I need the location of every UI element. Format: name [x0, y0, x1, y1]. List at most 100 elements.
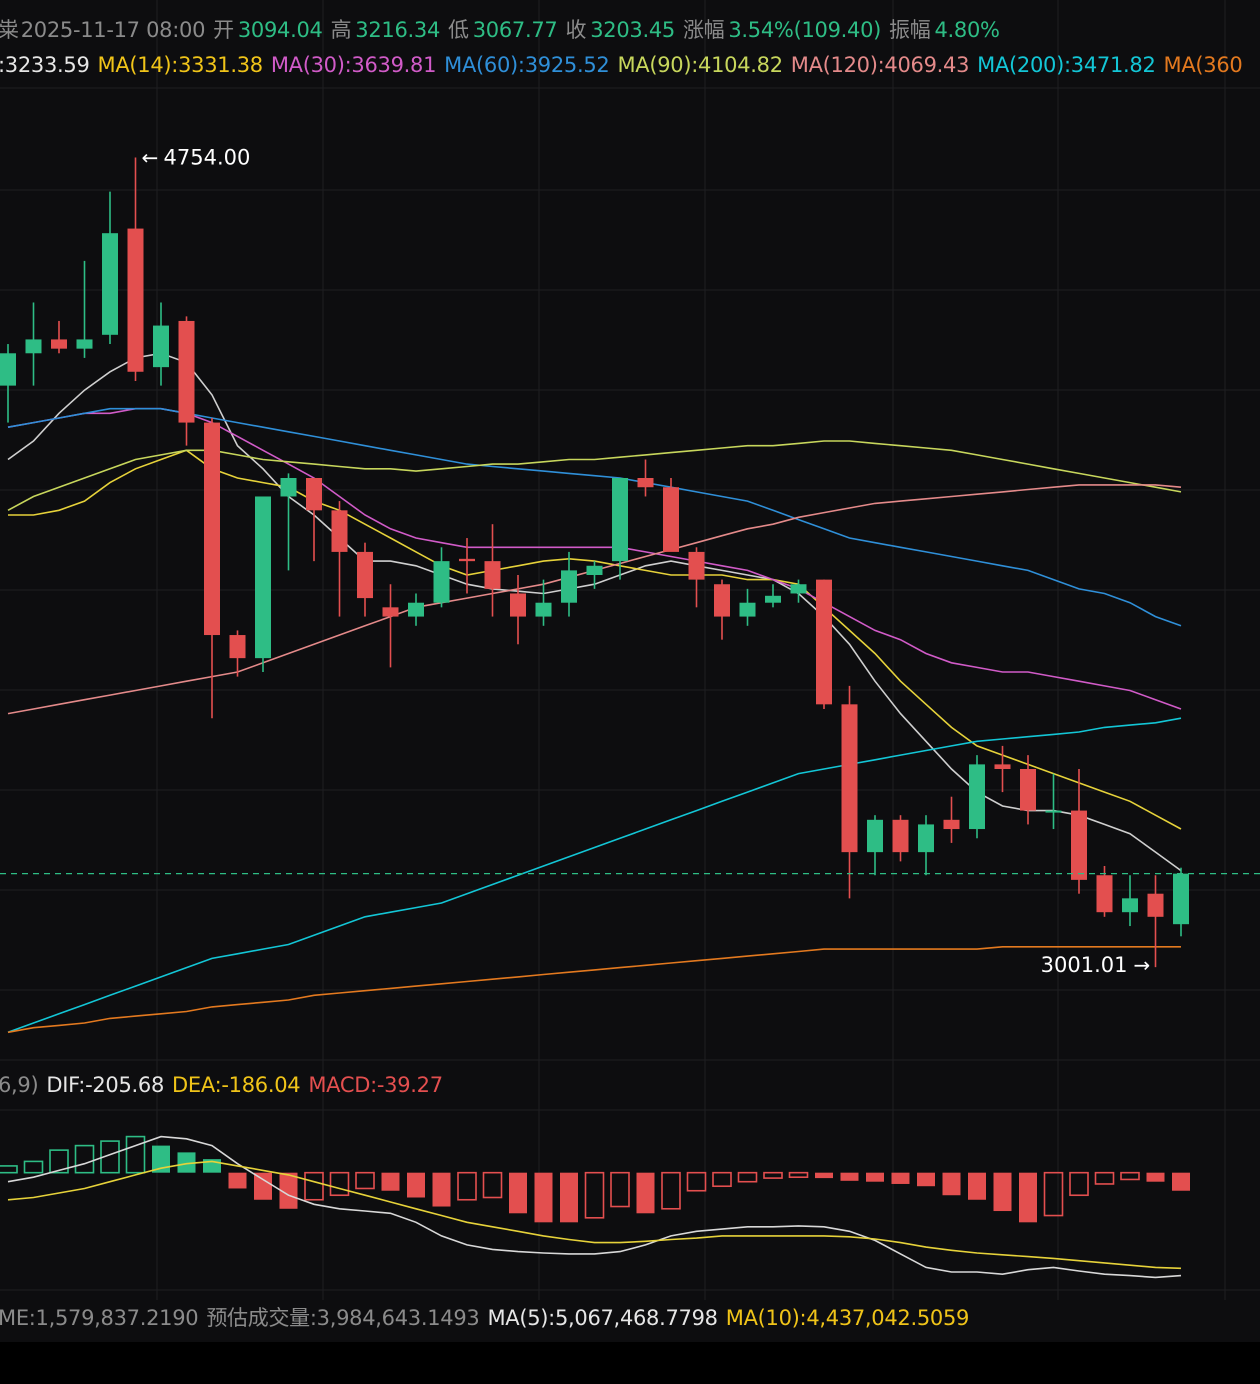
low-label: 低 [448, 18, 469, 42]
candle-body [663, 487, 679, 552]
candle-body [765, 595, 781, 603]
candle-body [0, 353, 16, 386]
macd-bar [534, 1172, 553, 1223]
open-label: 开 [213, 18, 234, 42]
candle-body [178, 320, 195, 423]
candle [357, 542, 373, 617]
candle-body [255, 496, 271, 659]
candle [1071, 769, 1087, 894]
max-price-label: 4754.00 [164, 145, 251, 169]
candle [255, 496, 271, 672]
candle-body [280, 478, 297, 497]
candle [25, 302, 42, 386]
header-prefix: 粜 [0, 18, 19, 42]
min-price-label: 3001.01 [1041, 953, 1128, 977]
volume-value: ME:1,579,837.2190 [0, 1306, 199, 1330]
max-price-marker: ← 4754.00 [142, 145, 251, 169]
header-datetime: 2025-11-17 08:00 [20, 18, 206, 42]
candle-body [459, 558, 475, 562]
macd-bar [840, 1172, 859, 1181]
moving-average-lines [7, 352, 1182, 1034]
amp-label: 振幅 [889, 18, 931, 42]
chart-grid [0, 0, 1260, 1300]
candle-body [943, 819, 960, 830]
macd-bar [584, 1171, 605, 1219]
candle-body [51, 339, 67, 349]
macd-bar [1019, 1172, 1037, 1223]
macd-value: MACD:-39.27 [308, 1073, 443, 1097]
candle [76, 260, 93, 358]
candlestick-chart[interactable]: ← 4754.00 3001.01 → [0, 0, 1260, 1384]
macd-params: 6,9) [0, 1073, 39, 1097]
candle [510, 575, 526, 645]
change-label: 涨幅 [682, 18, 725, 42]
candle-body [739, 602, 756, 617]
macd-bar [788, 1171, 809, 1178]
macd-bar [1172, 1172, 1190, 1191]
candle-body [25, 339, 42, 354]
candle [663, 478, 679, 552]
macd-bar [993, 1172, 1012, 1212]
dea-value: DEA:-186.04 [172, 1073, 301, 1097]
macd-bar [560, 1172, 578, 1223]
candle [561, 551, 577, 617]
arrow-left-icon: ← [142, 145, 159, 169]
ma200-value: MA(200):3471.82 [977, 53, 1156, 77]
vol-ma10-value: MA(10):4,437,042.5059 [725, 1306, 970, 1330]
candle [637, 459, 654, 497]
candle [127, 157, 144, 381]
est-volume-value: 3,984,643.1493 [316, 1306, 480, 1330]
candle [51, 320, 67, 354]
candle-body [357, 551, 373, 599]
candle-body [331, 510, 348, 552]
macd-bar [407, 1172, 425, 1198]
candle-body [1173, 873, 1189, 925]
candle [867, 815, 883, 876]
candle-body [688, 551, 705, 580]
ma360-value: MA(360 [1163, 53, 1243, 77]
macd-bar [942, 1172, 961, 1196]
ma-legend: :3233.59 MA(14):3331.38 MA(30):3639.81 MA(6… [0, 52, 1250, 78]
ma7-line [7, 352, 1182, 872]
candle-body [994, 764, 1011, 769]
ma60-line [7, 407, 1182, 627]
macd-bar [661, 1171, 681, 1210]
candle-body [867, 819, 883, 853]
macd-bar [610, 1171, 630, 1208]
candle [382, 584, 399, 668]
candle-body [306, 478, 322, 511]
candle [765, 584, 781, 608]
macd-bar [737, 1171, 758, 1183]
candle-body [510, 593, 526, 617]
candle [178, 316, 195, 446]
macd-bar [1043, 1171, 1064, 1217]
macd-bar [1146, 1172, 1165, 1182]
candle [841, 685, 858, 899]
macd-bar [432, 1172, 451, 1207]
candle [433, 547, 450, 608]
close-value: 3203.45 [590, 18, 675, 42]
candle [739, 588, 756, 626]
candle [408, 593, 424, 626]
candle [153, 302, 169, 386]
candle-body [1147, 893, 1164, 917]
candle-body [153, 325, 169, 368]
macd-bar [304, 1171, 324, 1201]
candle-body [841, 704, 858, 853]
macd-bar [891, 1172, 910, 1184]
candle-body [1045, 810, 1062, 813]
candle [204, 417, 220, 719]
candle-body [612, 478, 628, 562]
macd-bar [254, 1172, 272, 1200]
macd-bar [636, 1172, 655, 1214]
arrow-right-icon: → [1134, 953, 1151, 977]
macd-bar [712, 1171, 732, 1188]
candle-body [1020, 769, 1036, 811]
ma30-line [7, 407, 1182, 710]
macd-bar [125, 1135, 146, 1174]
ma14-line [8, 449, 1182, 830]
high-value: 3216.34 [355, 18, 441, 42]
macd-bar [968, 1172, 986, 1200]
macd-bar [482, 1171, 503, 1199]
candle-body [1071, 810, 1087, 880]
